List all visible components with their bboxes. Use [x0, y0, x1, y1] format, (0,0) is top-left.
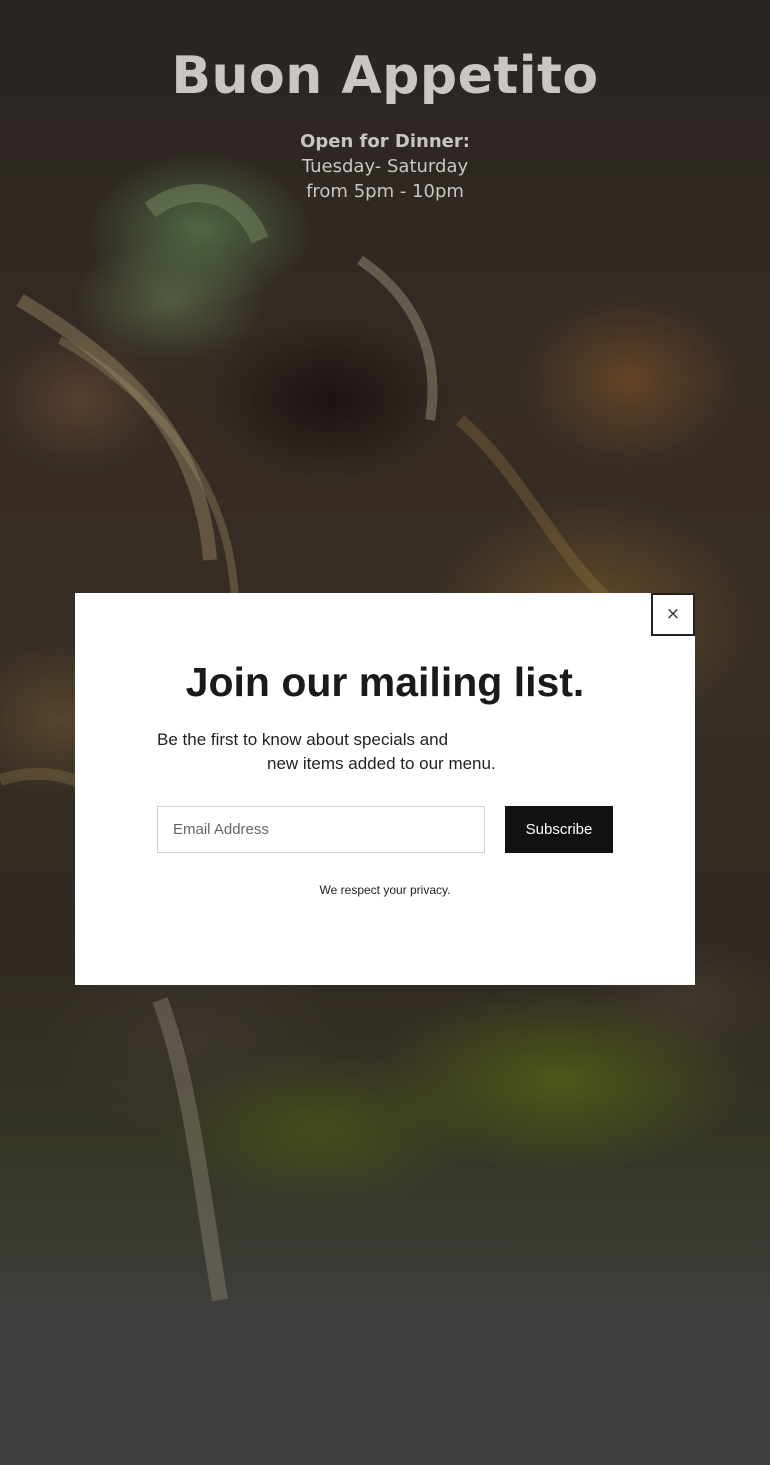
hours-days: Tuesday- Saturday: [301, 156, 469, 177]
modal-description-line-1: Be the first to know about specials and: [157, 730, 449, 749]
close-button[interactable]: ×: [651, 593, 695, 636]
hours-heading: Open for Dinner:: [300, 131, 470, 152]
modal-description-line-2: new items added to our menu.: [267, 754, 496, 773]
privacy-note: We respect your privacy.: [319, 883, 451, 897]
modal-title: Join our mailing list.: [185, 659, 585, 705]
mailing-list-modal: × Join our mailing list. Be the first to…: [75, 593, 695, 985]
email-input[interactable]: [157, 806, 485, 853]
site-title: Buon Appetito: [171, 46, 599, 106]
close-icon: ×: [665, 604, 681, 624]
subscribe-button[interactable]: Subscribe: [505, 806, 613, 853]
hours-time: from 5pm - 10pm: [306, 181, 464, 202]
